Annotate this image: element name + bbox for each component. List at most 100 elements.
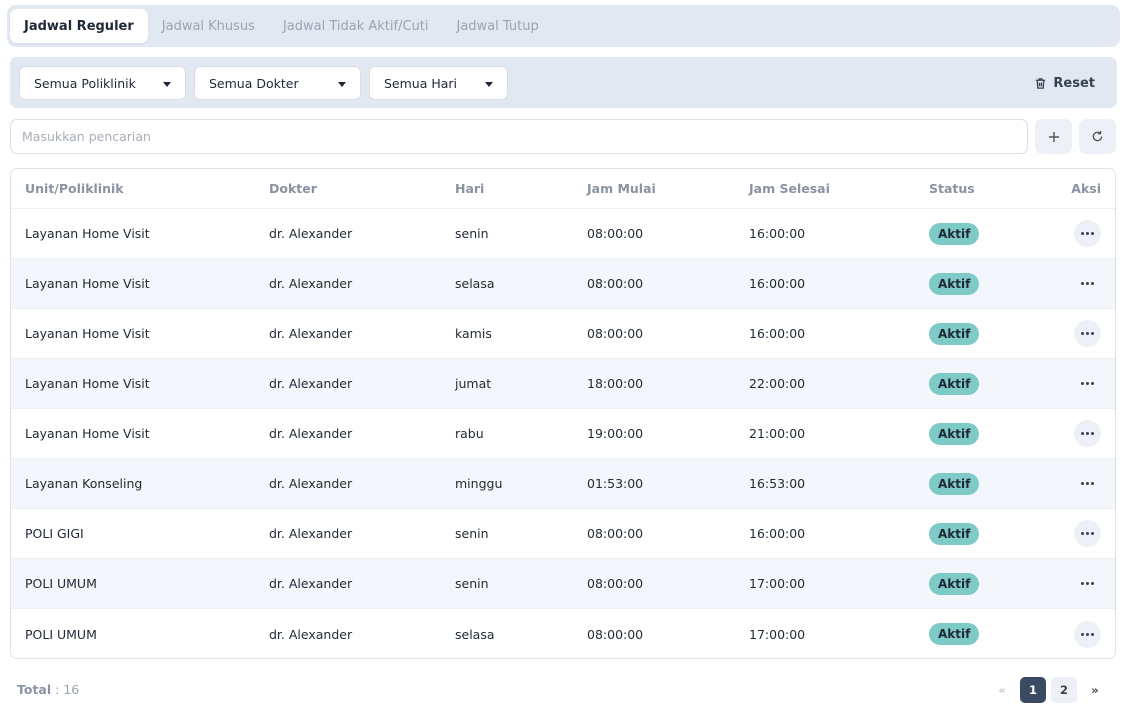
ellipsis-icon — [1086, 282, 1089, 285]
table-row: Layanan Home Visit dr. Alexander kamis 08:0… — [11, 309, 1115, 359]
jam-mulai-cell: 08:00:00 — [587, 526, 644, 541]
jam-mulai-cell: 01:53:00 — [587, 476, 644, 491]
more-actions-button[interactable] — [1074, 620, 1101, 648]
reset-button[interactable]: Reset — [1034, 66, 1095, 100]
dokter-cell: dr. Alexander — [269, 576, 353, 591]
dokter-cell: dr. Alexander — [269, 376, 353, 391]
more-actions-button[interactable] — [1074, 520, 1101, 547]
aksi-cell — [1039, 270, 1115, 297]
jam-selesai-cell: 17:00:00 — [749, 576, 806, 591]
hari-select[interactable]: Semua Hari — [369, 66, 508, 100]
ellipsis-icon — [1091, 632, 1094, 636]
ellipsis-icon — [1091, 382, 1094, 385]
hari-cell: minggu — [455, 476, 503, 491]
unit-cell: Layanan Home Visit — [25, 326, 150, 341]
ellipsis-icon — [1081, 632, 1084, 636]
dokter-cell: dr. Alexander — [269, 326, 353, 341]
jam-mulai-cell: 08:00:00 — [587, 226, 644, 241]
hari-cell: selasa — [455, 626, 495, 642]
tab-jadwal-tidak-aktif-cuti[interactable]: Jadwal Tidak Aktif/Cuti — [269, 9, 443, 43]
jam-selesai-cell: 16:53:00 — [749, 476, 806, 491]
table-row: Layanan Konseling dr. Alexander minggu 01:5… — [11, 459, 1115, 509]
ellipsis-icon — [1086, 382, 1089, 385]
dokter-select[interactable]: Semua Dokter — [194, 66, 361, 100]
tab-jadwal-reguler[interactable]: Jadwal Reguler — [10, 9, 148, 43]
hari-select-value: Semua Hari — [384, 75, 458, 91]
more-actions-button[interactable] — [1074, 370, 1101, 397]
chevron-down-icon — [163, 81, 171, 87]
unit-cell: Layanan Home Visit — [25, 276, 150, 291]
dokter-cell: dr. Alexander — [269, 226, 353, 241]
table-row: Layanan Home Visit dr. Alexander rabu 19:00… — [11, 409, 1115, 459]
jam-selesai-cell: 16:00:00 — [749, 276, 806, 291]
jam-mulai-cell: 19:00:00 — [587, 426, 644, 441]
trash-icon — [1036, 77, 1046, 89]
more-actions-button[interactable] — [1074, 420, 1101, 447]
jam-selesai-cell: 21:00:00 — [749, 426, 806, 441]
status-cell: Aktif — [929, 222, 1039, 245]
jam-mulai-cell: 08:00:00 — [587, 276, 644, 291]
search-input[interactable] — [10, 119, 1028, 154]
page-1-button[interactable]: 1 — [1020, 677, 1046, 703]
header-aksi: Aksi — [1071, 181, 1101, 196]
hari-cell: selasa — [455, 276, 495, 291]
ellipsis-icon — [1081, 332, 1084, 335]
schedule-table: Unit/Poliklinik Dokter Hari Jam Mulai Ja… — [10, 168, 1116, 659]
tab-jadwal-khusus[interactable]: Jadwal Khusus — [148, 9, 269, 43]
header-dokter: Dokter — [269, 181, 317, 196]
more-actions-button[interactable] — [1074, 570, 1101, 597]
prev-page-button[interactable]: « — [989, 677, 1015, 703]
dokter-cell: dr. Alexander — [269, 276, 353, 291]
next-page-button[interactable]: » — [1082, 677, 1108, 703]
aksi-cell — [1039, 620, 1115, 648]
table-body: Layanan Home Visit dr. Alexander senin 08:0… — [11, 209, 1115, 658]
chevron-down-icon — [485, 81, 493, 87]
table-row: POLI UMUM dr. Alexander selasa 08:00:00 17:0… — [11, 609, 1115, 658]
status-cell: Aktif — [929, 472, 1039, 495]
status-cell: Aktif — [929, 322, 1039, 345]
tab-jadwal-tutup[interactable]: Jadwal Tutup — [443, 9, 553, 43]
unit-cell: POLI GIGI — [25, 526, 84, 541]
hari-cell: jumat — [455, 376, 492, 391]
add-button[interactable] — [1035, 119, 1072, 154]
ellipsis-icon — [1081, 282, 1084, 285]
more-actions-button[interactable] — [1074, 220, 1101, 247]
status-cell: Aktif — [929, 572, 1039, 595]
ellipsis-icon — [1086, 482, 1089, 485]
jam-selesai-cell: 17:00:00 — [749, 626, 806, 642]
more-actions-button[interactable] — [1074, 470, 1101, 497]
hari-cell: kamis — [455, 326, 492, 341]
status-badge: Aktif — [929, 472, 980, 495]
aksi-cell — [1039, 570, 1115, 597]
jam-selesai-cell: 16:00:00 — [749, 526, 806, 541]
ellipsis-icon — [1081, 232, 1084, 235]
more-actions-button[interactable] — [1074, 320, 1101, 347]
jam-selesai-cell: 16:00:00 — [749, 226, 806, 241]
pagination: « 1 2 » — [989, 677, 1108, 703]
jam-mulai-cell: 08:00:00 — [587, 576, 644, 591]
status-badge: Aktif — [929, 572, 980, 595]
total-label: Total — [17, 682, 52, 697]
ellipsis-icon — [1086, 582, 1089, 585]
header-jam-selesai: Jam Selesai — [749, 181, 830, 196]
total-count: Total : 16 — [17, 682, 79, 697]
unit-cell: Layanan Home Visit — [25, 376, 150, 391]
status-cell: Aktif — [929, 422, 1039, 445]
plus-icon — [1048, 131, 1059, 142]
unit-cell: Layanan Konseling — [25, 476, 143, 491]
refresh-button[interactable] — [1079, 119, 1116, 154]
dokter-cell: dr. Alexander — [269, 476, 353, 491]
aksi-cell — [1039, 220, 1115, 247]
page-2-button[interactable]: 2 — [1051, 677, 1077, 703]
ellipsis-icon — [1091, 282, 1094, 285]
status-cell: Aktif — [929, 372, 1039, 395]
ellipsis-icon — [1091, 232, 1094, 235]
more-actions-button[interactable] — [1074, 270, 1101, 297]
ellipsis-icon — [1091, 332, 1094, 335]
ellipsis-icon — [1086, 532, 1089, 535]
hari-cell: senin — [455, 576, 489, 591]
poliklinik-select[interactable]: Semua Poliklinik — [19, 66, 186, 100]
ellipsis-icon — [1081, 432, 1084, 435]
hari-cell: senin — [455, 226, 489, 241]
aksi-cell — [1039, 320, 1115, 347]
